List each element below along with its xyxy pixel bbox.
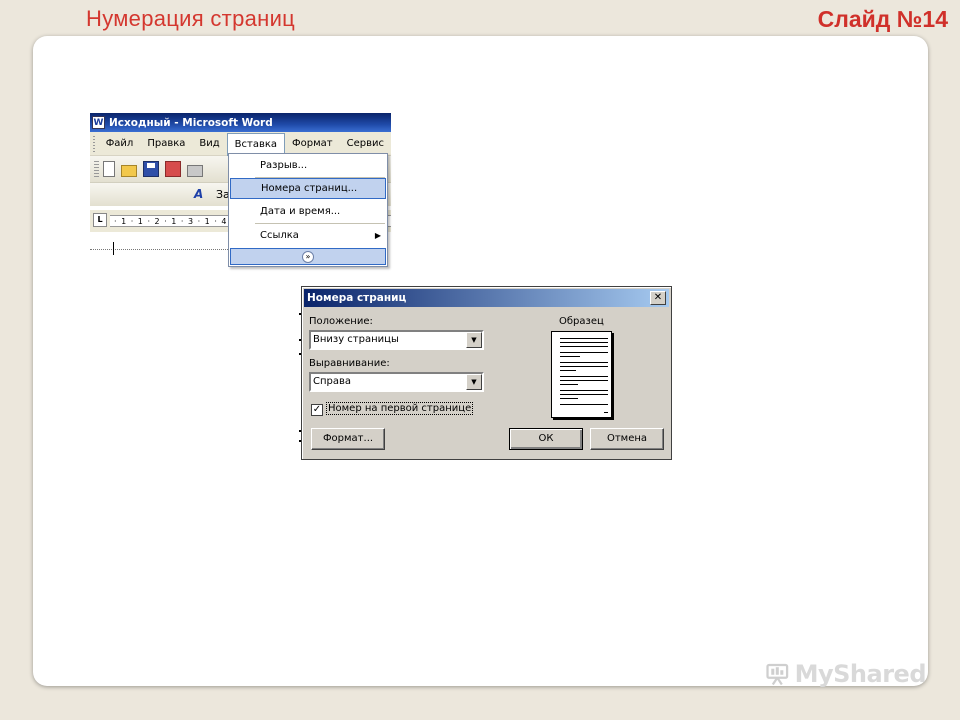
ok-button[interactable]: ОК [509,428,583,450]
text-cursor [113,242,114,255]
word-app-icon: W [92,116,105,129]
document-mark [299,440,301,442]
position-select-value: Внизу страницы [313,334,399,345]
alignment-label: Выравнивание: [309,358,390,369]
submenu-arrow-icon: ▶ [374,231,381,240]
menu-expand-button[interactable]: » [230,248,386,265]
chevron-down-icon[interactable]: ▼ [466,374,482,390]
menu-item-reference-label: Ссылка [260,230,299,241]
position-select[interactable]: Внизу страницы ▼ [309,330,484,350]
menu-view[interactable]: Вид [192,133,226,155]
preview-line [560,384,578,385]
slide-number: Слайд №14 [817,6,948,32]
permission-icon[interactable] [165,161,181,177]
slide-header: Нумерация страниц Слайд №14 [0,0,960,36]
watermark-text: MyShared [794,660,927,688]
preview-line [560,346,608,347]
double-chevron-down-icon: » [302,251,314,263]
checkmark-icon: ✓ [312,404,322,415]
preview-line [560,338,608,339]
myshared-watermark: MyShared [766,657,927,691]
word-titlebar: W Исходный - Microsoft Word [90,113,391,132]
cancel-button[interactable]: Отмена [590,428,664,450]
document-mark [299,313,301,315]
alignment-select[interactable]: Справа ▼ [309,372,484,392]
toolbar-grip-handle[interactable] [94,161,99,177]
preview-line [560,404,608,405]
alignment-select-value: Справа [313,376,352,387]
preview-page-number-mark [604,412,608,413]
preview-line [560,352,608,353]
format-button[interactable]: Формат... [311,428,385,450]
menu-item-page-numbers[interactable]: Номера страниц... [230,178,386,199]
menu-format[interactable]: Формат [285,133,340,155]
slide-title: Нумерация страниц [86,6,296,31]
position-label: Положение: [309,316,373,327]
preview-page [551,331,612,418]
dialog-title: Номера страниц [307,292,407,304]
insert-menu-dropdown: Разрыв... Номера страниц... Дата и время… [228,153,388,267]
document-mark [299,430,301,432]
menubar-grip-handle[interactable] [93,135,95,152]
dialog-titlebar: Номера страниц ✕ [304,289,669,307]
preview-line [560,394,608,395]
print-icon[interactable] [187,164,203,177]
first-page-label[interactable]: Номер на первой странице [326,402,474,415]
document-mark [299,339,301,341]
preview-line [560,376,608,377]
preview-line [560,370,576,371]
menu-item-break[interactable]: Разрыв... [230,155,386,176]
chevron-down-icon[interactable]: ▼ [466,332,482,348]
menu-separator [255,223,385,224]
preview-line [560,342,608,343]
menu-item-date-time-label: Дата и время... [260,206,341,217]
presentation-board-icon [766,663,789,686]
preview-line [560,390,608,391]
close-icon[interactable]: ✕ [650,291,666,305]
styles-icon[interactable]: A [194,187,210,203]
menu-edit[interactable]: Правка [140,133,192,155]
new-document-icon[interactable] [103,161,115,177]
document-mark [299,353,301,355]
preview-line [560,380,608,381]
menu-item-break-label: Разрыв... [260,160,308,171]
preview-line [560,356,580,357]
menu-tools[interactable]: Сервис [340,133,391,155]
menu-item-page-numbers-label: Номера страниц... [261,183,358,194]
paragraph-boundary [90,249,230,250]
save-icon[interactable] [143,161,159,177]
menu-file[interactable]: Файл [99,133,141,155]
menu-item-reference[interactable]: Ссылка ▶ [230,225,386,246]
preview-line [560,362,608,363]
menu-item-date-time[interactable]: Дата и время... [230,201,386,222]
preview-line [560,398,578,399]
tab-selector-icon[interactable]: L [93,213,107,227]
word-window-title: Исходный - Microsoft Word [109,116,273,129]
first-page-checkbox[interactable]: ✓ [311,404,323,416]
preview-line [560,366,608,367]
open-folder-icon[interactable] [121,164,137,177]
preview-label: Образец [559,316,604,327]
